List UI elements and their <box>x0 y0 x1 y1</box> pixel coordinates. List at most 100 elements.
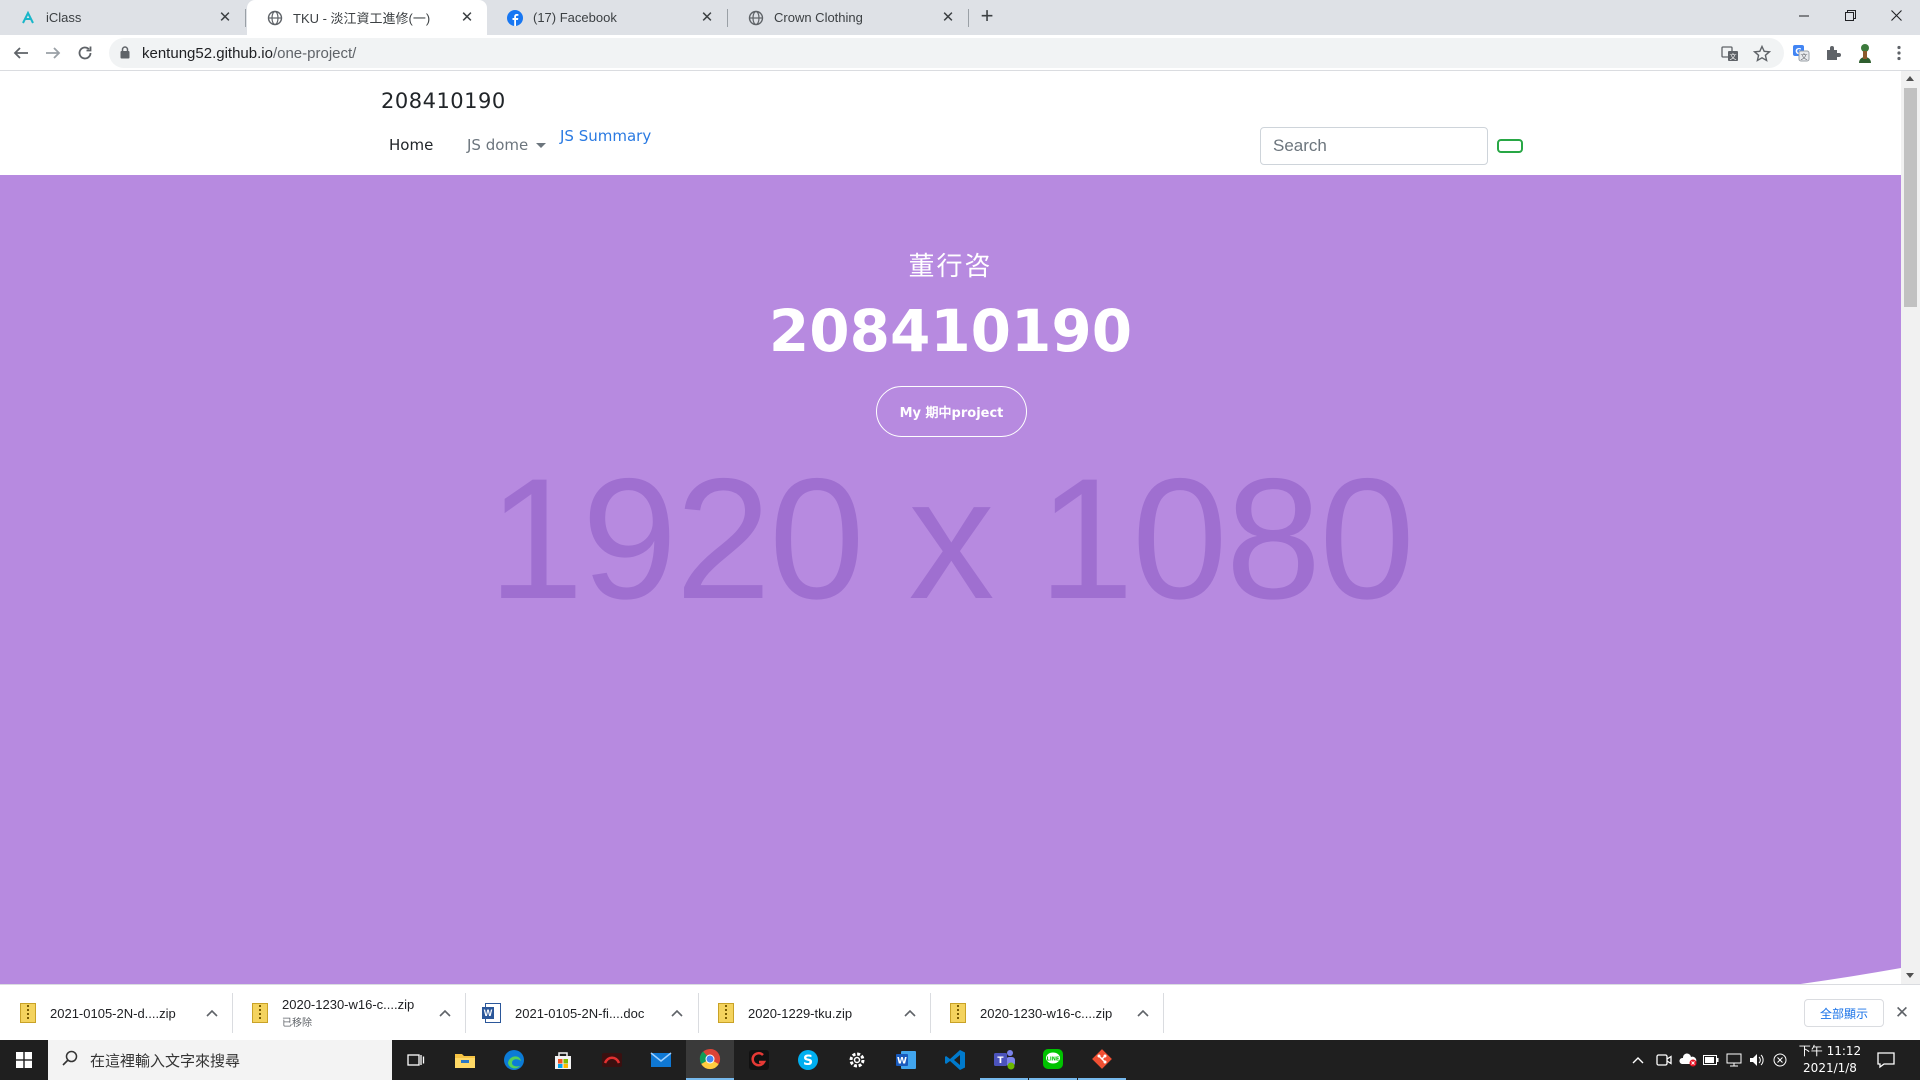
chevron-up-icon[interactable] <box>437 1005 453 1021</box>
chevron-up-icon[interactable] <box>204 1005 220 1021</box>
svg-text:T: T <box>997 1056 1004 1066</box>
address-bar[interactable]: kentung52.github.io/one-project/ 文 <box>109 38 1784 68</box>
network-icon[interactable] <box>1724 1050 1744 1070</box>
web-page: 208410190 Home JS dome JS Summary 1920 x… <box>0 71 1901 984</box>
onedrive-error-icon[interactable] <box>1678 1050 1698 1070</box>
download-name: 2021-0105-2N-fi....doc <box>515 1005 645 1021</box>
vscode-icon[interactable] <box>931 1040 979 1080</box>
close-icon[interactable]: ✕ <box>459 9 475 26</box>
tab-separator <box>968 9 969 27</box>
hero-section: 1920 x 1080 董行咨 208410190 My 期中project <box>0 175 1901 984</box>
globe-icon <box>267 10 283 26</box>
store-icon[interactable] <box>539 1040 587 1080</box>
chevron-up-icon[interactable] <box>1628 1050 1648 1070</box>
search-icon <box>62 1050 78 1071</box>
settings-icon[interactable] <box>833 1040 881 1080</box>
skype-icon[interactable]: S <box>784 1040 832 1080</box>
tab-title: TKU - 淡江資工進修(一) <box>293 11 431 26</box>
game-icon[interactable] <box>588 1040 636 1080</box>
volume-icon[interactable] <box>1747 1050 1767 1070</box>
teams-icon[interactable]: T <box>980 1040 1028 1080</box>
tab-tku[interactable]: TKU - 淡江資工進修(一) ✕ <box>247 0 487 35</box>
search-button[interactable] <box>1497 139 1523 153</box>
nav-js-dome-dropdown[interactable]: JS dome <box>467 136 547 154</box>
ime-icon[interactable] <box>1770 1050 1790 1070</box>
meet-now-icon[interactable] <box>1654 1050 1674 1070</box>
tab-facebook[interactable]: (17) Facebook ✕ <box>487 0 727 35</box>
file-explorer-icon[interactable] <box>441 1040 489 1080</box>
translate-icon[interactable]: 文 <box>1721 45 1739 63</box>
facebook-icon <box>507 9 523 26</box>
show-all-downloads-button[interactable]: 全部顯示 <box>1804 999 1884 1027</box>
reload-button[interactable] <box>72 40 98 66</box>
chrome-icon[interactable] <box>686 1040 734 1080</box>
download-item[interactable]: 2021-0105-2N-fi....doc <box>465 985 697 1041</box>
scroll-up-arrow-icon[interactable] <box>1906 76 1914 81</box>
battery-icon[interactable] <box>1701 1050 1721 1070</box>
download-item[interactable]: 2020-1230-w16-c....zip 已移除 <box>232 985 464 1041</box>
edge-icon[interactable] <box>490 1040 538 1080</box>
windows-start-icon[interactable] <box>0 1040 48 1080</box>
forward-button[interactable] <box>40 40 66 66</box>
lock-icon[interactable] <box>120 46 130 64</box>
google-translate-extension-icon[interactable]: G文 <box>1788 40 1814 66</box>
new-tab-button[interactable]: + <box>975 5 999 29</box>
tab-crown-clothing[interactable]: Crown Clothing ✕ <box>728 0 968 35</box>
close-icon[interactable]: ✕ <box>1892 1003 1912 1023</box>
mail-icon[interactable] <box>637 1040 685 1080</box>
windows-taskbar: 在這裡輸入文字來搜尋 S W T LINE 下午 11:12 2021/1/8 <box>0 1040 1920 1080</box>
task-view-icon[interactable] <box>392 1040 440 1080</box>
scroll-down-arrow-icon[interactable] <box>1906 973 1914 978</box>
word-icon[interactable]: W <box>882 1040 930 1080</box>
chevron-up-icon[interactable] <box>669 1005 685 1021</box>
download-item[interactable]: 2020-1230-w16-c....zip <box>930 985 1162 1041</box>
star-icon[interactable] <box>1752 44 1772 63</box>
nav-js-summary[interactable]: JS Summary <box>560 127 651 145</box>
site-brand[interactable]: 208410190 <box>381 89 506 113</box>
download-item[interactable]: 2020-1229-tku.zip <box>698 985 930 1041</box>
url-text: kentung52.github.io/one-project/ <box>142 45 356 62</box>
close-icon[interactable]: ✕ <box>217 9 233 26</box>
svg-text:文: 文 <box>1730 52 1737 61</box>
minimize-button[interactable] <box>1781 0 1827 30</box>
search-input[interactable] <box>1260 127 1488 165</box>
svg-text:LINE: LINE <box>1047 1057 1060 1063</box>
download-item[interactable]: 2021-0105-2N-d....zip <box>0 985 232 1041</box>
git-icon[interactable] <box>1078 1040 1126 1080</box>
zip-file-icon <box>20 1003 36 1023</box>
tab-strip: iClass ✕ TKU - 淡江資工進修(一) ✕ (17) Facebook… <box>0 0 1920 35</box>
chevron-up-icon[interactable] <box>1135 1005 1151 1021</box>
url-path: /one-project/ <box>272 45 357 62</box>
close-icon[interactable]: ✕ <box>940 9 956 26</box>
zip-file-icon <box>252 1003 268 1023</box>
scrollbar-thumb[interactable] <box>1904 88 1917 307</box>
hero-title: 208410190 <box>768 297 1133 365</box>
garena-icon[interactable] <box>735 1040 783 1080</box>
caret-down-icon <box>536 143 547 148</box>
menu-icon[interactable] <box>1886 40 1912 66</box>
back-button[interactable] <box>8 40 34 66</box>
project-button[interactable]: My 期中project <box>876 386 1027 437</box>
close-window-button[interactable] <box>1873 0 1919 30</box>
extensions-icon[interactable] <box>1820 40 1846 66</box>
nav-home[interactable]: Home <box>389 136 433 154</box>
tab-title: Crown Clothing <box>774 10 863 25</box>
hero-wave-divider <box>1800 968 1901 984</box>
tab-title: (17) Facebook <box>533 10 617 25</box>
divider <box>1163 993 1164 1033</box>
line-icon[interactable]: LINE <box>1029 1040 1077 1080</box>
page-scrollbar[interactable] <box>1901 71 1920 984</box>
chevron-up-icon[interactable] <box>902 1005 918 1021</box>
close-icon[interactable]: ✕ <box>699 9 715 26</box>
profile-avatar[interactable] <box>1852 40 1878 66</box>
zip-file-icon <box>718 1003 734 1023</box>
restore-button[interactable] <box>1827 0 1873 30</box>
taskbar-search-box[interactable]: 在這裡輸入文字來搜尋 <box>48 1040 392 1080</box>
url-host: kentung52.github.io <box>142 45 273 62</box>
notification-center-icon[interactable] <box>1876 1050 1896 1070</box>
tab-iclass[interactable]: iClass ✕ <box>0 0 245 35</box>
taskbar-clock[interactable]: 下午 11:12 2021/1/8 <box>1790 1043 1870 1077</box>
svg-text:文: 文 <box>1801 52 1808 61</box>
tab-title: iClass <box>46 10 82 25</box>
download-name: 2021-0105-2N-d....zip <box>50 1005 176 1021</box>
